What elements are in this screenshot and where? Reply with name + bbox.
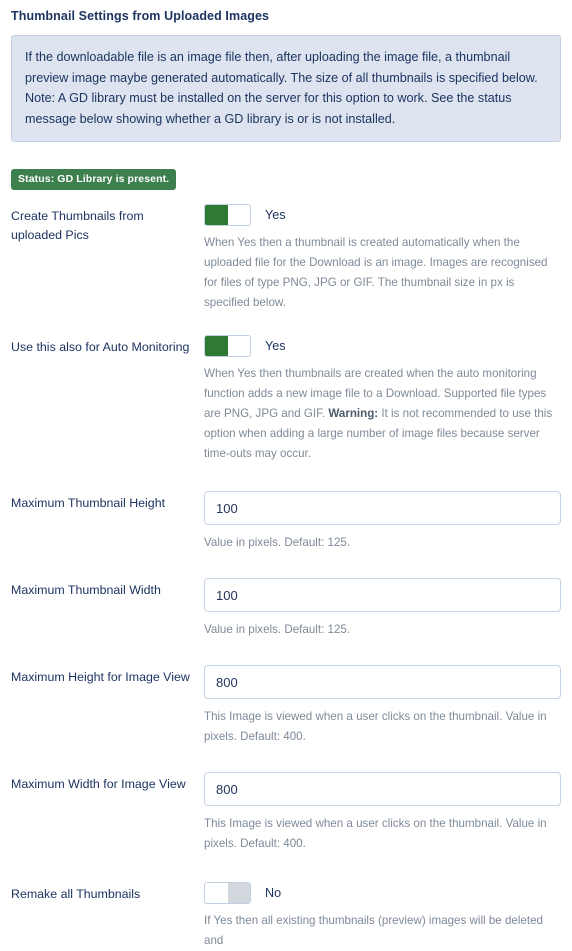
field-max-width-image-view: This Image is viewed when a user clicks … bbox=[204, 772, 561, 854]
toggle-knob-icon bbox=[205, 205, 228, 225]
help-create-thumbnails: When Yes then a thumbnail is created aut… bbox=[204, 236, 548, 309]
settings-page: Thumbnail Settings from Uploaded Images … bbox=[0, 0, 572, 951]
toggle-knob-icon bbox=[227, 883, 250, 903]
info-notice-box: If the downloadable file is an image fil… bbox=[11, 35, 561, 142]
toggle-value-auto-monitoring: Yes bbox=[265, 339, 286, 353]
toggle-remake-all-thumbnails[interactable] bbox=[204, 882, 251, 904]
settings-form: Create Thumbnails from uploaded Pics Yes… bbox=[0, 204, 572, 951]
help-max-thumb-height: Value in pixels. Default: 125. bbox=[204, 536, 351, 549]
info-notice-text: If the downloadable file is an image fil… bbox=[25, 50, 538, 126]
label-max-width-image-view: Maximum Width for Image View bbox=[11, 777, 186, 791]
help-remake-all-thumbnails: If Yes then all existing thumbnails (pre… bbox=[204, 914, 543, 947]
row-remake-all-thumbnails: Remake all Thumbnails No If Yes then all… bbox=[11, 882, 561, 951]
help-auto-monitoring-warning: Warning: bbox=[328, 407, 379, 420]
row-auto-monitoring: Use this also for Auto Monitoring Yes Wh… bbox=[11, 335, 561, 464]
field-max-thumb-width: Value in pixels. Default: 125. bbox=[204, 578, 561, 640]
help-max-thumb-width: Value in pixels. Default: 125. bbox=[204, 623, 351, 636]
help-max-width-image-view: This Image is viewed when a user clicks … bbox=[204, 817, 547, 850]
field-max-height-image-view: This Image is viewed when a user clicks … bbox=[204, 665, 561, 747]
toggle-knob-icon bbox=[205, 336, 228, 356]
label-max-thumb-height: Maximum Thumbnail Height bbox=[11, 496, 166, 510]
toggle-line-create-thumbnails: Yes bbox=[204, 204, 561, 226]
label-create-thumbnails: Create Thumbnails from uploaded Pics bbox=[11, 209, 144, 242]
label-max-height-image-view: Maximum Height for Image View bbox=[11, 670, 190, 684]
help-auto-monitoring: When Yes then thumbnails are created whe… bbox=[204, 364, 561, 464]
input-max-height-image-view[interactable] bbox=[204, 665, 561, 699]
label-max-thumb-width: Maximum Thumbnail Width bbox=[11, 583, 161, 597]
page-title: Thumbnail Settings from Uploaded Images bbox=[11, 9, 270, 23]
toggle-line-remake-all-thumbnails: No bbox=[204, 882, 561, 904]
label-remake-all-thumbnails: Remake all Thumbnails bbox=[11, 887, 141, 901]
row-max-width-image-view: Maximum Width for Image View This Image … bbox=[11, 772, 561, 854]
toggle-line-auto-monitoring: Yes bbox=[204, 335, 561, 357]
status-badge: Status: GD Library is present. bbox=[11, 169, 177, 190]
field-auto-monitoring: Yes When Yes then thumbnails are created… bbox=[204, 335, 561, 464]
field-create-thumbnails: Yes When Yes then a thumbnail is created… bbox=[204, 204, 561, 313]
row-max-height-image-view: Maximum Height for Image View This Image… bbox=[11, 665, 561, 747]
row-create-thumbnails: Create Thumbnails from uploaded Pics Yes… bbox=[11, 204, 561, 313]
toggle-auto-monitoring[interactable] bbox=[204, 335, 251, 357]
input-max-width-image-view[interactable] bbox=[204, 772, 561, 806]
toggle-value-remake-all-thumbnails: No bbox=[265, 886, 282, 900]
field-max-thumb-height: Value in pixels. Default: 125. bbox=[204, 491, 561, 553]
toggle-create-thumbnails[interactable] bbox=[204, 204, 251, 226]
field-remake-all-thumbnails: No If Yes then all existing thumbnails (… bbox=[204, 882, 561, 951]
input-max-thumb-width[interactable] bbox=[204, 578, 561, 612]
toggle-value-create-thumbnails: Yes bbox=[265, 208, 286, 222]
input-max-thumb-height[interactable] bbox=[204, 491, 561, 525]
row-max-thumb-width: Maximum Thumbnail Width Value in pixels.… bbox=[11, 578, 561, 640]
status-row: Status: GD Library is present. bbox=[0, 142, 572, 190]
label-auto-monitoring: Use this also for Auto Monitoring bbox=[11, 340, 190, 354]
row-max-thumb-height: Maximum Thumbnail Height Value in pixels… bbox=[11, 491, 561, 553]
help-max-height-image-view: This Image is viewed when a user clicks … bbox=[204, 710, 547, 743]
